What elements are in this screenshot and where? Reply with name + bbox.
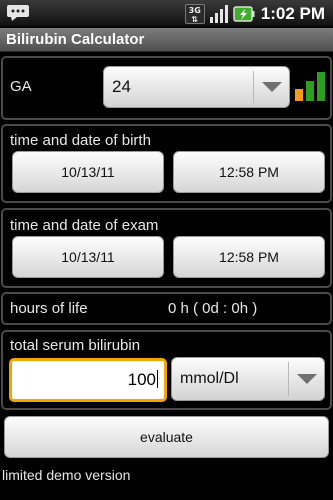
bilirubin-label: total serum bilirubin [10, 337, 141, 354]
birth-time-button[interactable]: 12:58 PM [173, 151, 325, 193]
bilirubin-panel: total serum bilirubin 100 mmol/Dl [1, 330, 332, 410]
evaluate-button[interactable]: evaluate [4, 416, 329, 458]
unit-spinner[interactable]: mmol/Dl [171, 357, 325, 401]
signal-icon [209, 5, 228, 23]
message-icon [7, 5, 29, 21]
status-bar: 3G ⇅ 1:02 PM [0, 0, 333, 27]
exam-date-text: 10/13/11 [61, 249, 115, 265]
birth-date-button[interactable]: 10/13/11 [12, 151, 164, 193]
exam-label: time and date of exam [10, 217, 159, 234]
evaluate-label: evaluate [140, 429, 193, 445]
bilirubin-input[interactable]: 100 [9, 358, 167, 402]
app-title: Bilirubin Calculator [6, 31, 145, 48]
exam-time-button[interactable]: 12:58 PM [173, 236, 325, 278]
ga-label: GA [10, 78, 32, 95]
birth-time-text: 12:58 PM [219, 164, 279, 180]
unit-value: mmol/Dl [180, 370, 239, 387]
birth-label: time and date of birth [10, 132, 151, 149]
exam-date-button[interactable]: 10/13/11 [12, 236, 164, 278]
exam-time-text: 12:58 PM [219, 249, 279, 265]
bar-chart-icon[interactable] [294, 69, 328, 103]
3g-icon: 3G ⇅ [184, 4, 205, 24]
demo-version-note: limited demo version [2, 467, 131, 483]
hours-of-life-value: 0 h ( 0d : 0h ) [168, 300, 258, 317]
chevron-down-icon [261, 82, 282, 92]
hours-of-life-label: hours of life [10, 300, 88, 317]
battery-charging-icon [233, 6, 255, 22]
ga-value: 24 [112, 77, 131, 96]
birth-panel: time and date of birth 10/13/11 12:58 PM [1, 124, 332, 203]
ga-spinner[interactable]: 24 [103, 66, 290, 108]
ga-panel: GA 24 [1, 56, 332, 120]
text-caret [157, 370, 158, 388]
bilirubin-input-value: 100 [127, 370, 156, 389]
chevron-down-icon [296, 374, 317, 384]
app-title-bar: Bilirubin Calculator [0, 28, 333, 52]
birth-date-text: 10/13/11 [61, 164, 115, 180]
exam-panel: time and date of exam 10/13/11 12:58 PM [1, 208, 332, 288]
hours-of-life-panel: hours of life 0 h ( 0d : 0h ) [1, 292, 332, 325]
clock: 1:02 PM [260, 4, 325, 23]
